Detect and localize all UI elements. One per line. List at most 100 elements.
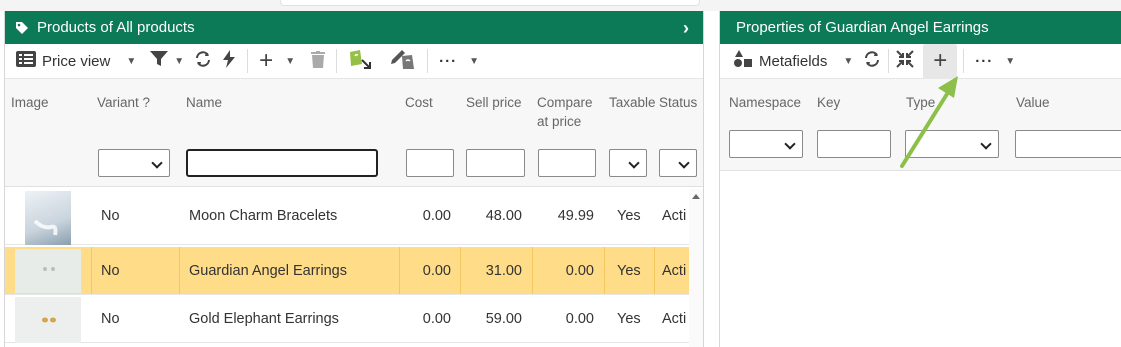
cell-divider [654, 247, 655, 294]
cell-sell-price: 59.00 [485, 310, 522, 327]
refresh-icon [194, 50, 212, 72]
col-type[interactable]: Type [906, 93, 935, 112]
add-metafield-button[interactable]: + [923, 43, 958, 79]
toolbar-divider [888, 49, 890, 73]
shopify-edit-button[interactable] [385, 44, 421, 79]
key-filter-input[interactable] [817, 130, 891, 158]
cell-variant: No [101, 207, 120, 224]
toolbar-divider [427, 49, 429, 73]
toolbar-divider [963, 49, 965, 73]
cell-status: Acti [662, 207, 687, 224]
metafields-dropdown[interactable]: Metafields ▼ [728, 44, 858, 79]
cost-filter-input[interactable] [406, 149, 454, 177]
products-title: Products of All products [37, 19, 195, 36]
cell-cost: 0.00 [422, 207, 451, 224]
properties-title: Properties of Guardian Angel Earrings [736, 19, 989, 36]
more-icon: ··· [439, 52, 458, 70]
collapse-icon [896, 50, 914, 72]
vertical-scrollbar[interactable] [689, 189, 703, 347]
col-image[interactable]: Image [11, 93, 49, 112]
properties-titlebar: Properties of Guardian Angel Earrings [720, 11, 1121, 44]
compare-price-filter-input[interactable] [538, 149, 596, 177]
cell-sell-price: 31.00 [485, 262, 522, 279]
cell-taxable: Yes [617, 207, 641, 224]
cell-compare-price: 0.00 [565, 262, 594, 279]
filter-icon [150, 51, 169, 71]
toolbar-divider [247, 49, 249, 73]
trash-icon [311, 50, 326, 72]
caret-down-icon: ▼ [285, 55, 296, 67]
scroll-up-icon[interactable] [692, 194, 700, 199]
cell-status: Acti [662, 310, 687, 327]
col-compare-at-price[interactable]: Compare at price [537, 93, 599, 131]
col-value[interactable]: Value [1016, 93, 1050, 112]
name-filter-input[interactable] [186, 149, 378, 177]
metafields-label: Metafields [759, 52, 828, 70]
properties-grid-header: Namespace Key Type Value [720, 79, 1121, 171]
cell-divider [532, 247, 533, 294]
cell-divider [91, 247, 92, 294]
col-sell-price[interactable]: Sell price [466, 93, 522, 112]
col-status[interactable]: Status [659, 93, 697, 112]
products-titlebar: Products of All products › [5, 11, 703, 44]
price-view-dropdown[interactable]: Price view ▼ [11, 44, 141, 79]
variant-filter-select[interactable] [98, 149, 170, 177]
cell-cost: 0.00 [422, 262, 451, 279]
col-cost[interactable]: Cost [405, 93, 433, 112]
cell-compare-price: 0.00 [565, 310, 594, 327]
shapes-icon [733, 50, 753, 72]
filter-button[interactable]: ▼ [145, 44, 189, 79]
namespace-filter-select[interactable] [729, 130, 803, 158]
caret-down-icon: ▼ [843, 55, 854, 67]
tab-edge [280, 0, 700, 6]
shopify-export-button[interactable] [343, 44, 377, 79]
sell-price-filter-input[interactable] [466, 149, 525, 177]
collapse-button[interactable] [891, 44, 919, 79]
add-button[interactable]: + ▼ [254, 44, 300, 79]
plus-icon: + [259, 47, 274, 74]
tag-icon [15, 20, 31, 36]
cell-divider [460, 247, 461, 294]
caret-down-icon: ▼ [1005, 55, 1016, 67]
cell-name: Moon Charm Bracelets [189, 207, 338, 224]
delete-button[interactable] [306, 44, 330, 79]
cell-divider [399, 247, 400, 294]
col-variant[interactable]: Variant ? [97, 93, 150, 112]
cell-divider [604, 247, 605, 294]
caret-down-icon: ▼ [174, 55, 185, 67]
cell-divider [179, 247, 180, 294]
taxable-filter-select[interactable] [609, 149, 647, 177]
value-filter-input[interactable] [1015, 130, 1121, 158]
table-row[interactable]: No Guardian Angel Earrings 0.00 31.00 0.… [5, 247, 703, 295]
more-button[interactable]: ··· ▼ [970, 44, 1020, 79]
type-filter-select[interactable] [905, 130, 999, 158]
price-view-label: Price view [42, 52, 111, 70]
table-row[interactable]: No Gold Elephant Earrings 0.00 59.00 0.0… [5, 295, 703, 343]
table-row[interactable]: No Moon Charm Bracelets 0.00 48.00 49.99… [5, 187, 703, 245]
shopify-export-icon [348, 48, 372, 74]
plus-icon: + [933, 47, 948, 74]
cell-variant: No [101, 262, 120, 279]
refresh-button[interactable] [858, 44, 886, 79]
cell-status: Acti [662, 262, 687, 279]
products-grid-header: Image Variant ? Name Cost Sell price Com… [5, 79, 703, 187]
col-namespace[interactable]: Namespace [729, 93, 801, 112]
properties-panel: Properties of Guardian Angel Earrings Me… [719, 11, 1121, 347]
quick-action-button[interactable] [217, 44, 241, 79]
refresh-button[interactable] [189, 44, 217, 79]
status-filter-select[interactable] [659, 149, 697, 177]
list-icon [16, 51, 36, 71]
cell-sell-price: 48.00 [485, 207, 522, 224]
col-key[interactable]: Key [817, 93, 840, 112]
products-toolbar: Price view ▼ ▼ + ▼ ··· ▼ [5, 44, 703, 79]
more-button[interactable]: ··· ▼ [434, 44, 484, 79]
col-name[interactable]: Name [186, 93, 222, 112]
cell-variant: No [101, 310, 120, 327]
more-icon: ··· [975, 52, 994, 70]
product-thumbnail [15, 297, 81, 343]
caret-down-icon: ▼ [126, 55, 137, 67]
cell-name: Gold Elephant Earrings [189, 310, 339, 327]
chevron-right-icon[interactable]: › [683, 18, 689, 39]
bolt-icon [222, 50, 236, 72]
col-taxable[interactable]: Taxable [609, 93, 655, 112]
